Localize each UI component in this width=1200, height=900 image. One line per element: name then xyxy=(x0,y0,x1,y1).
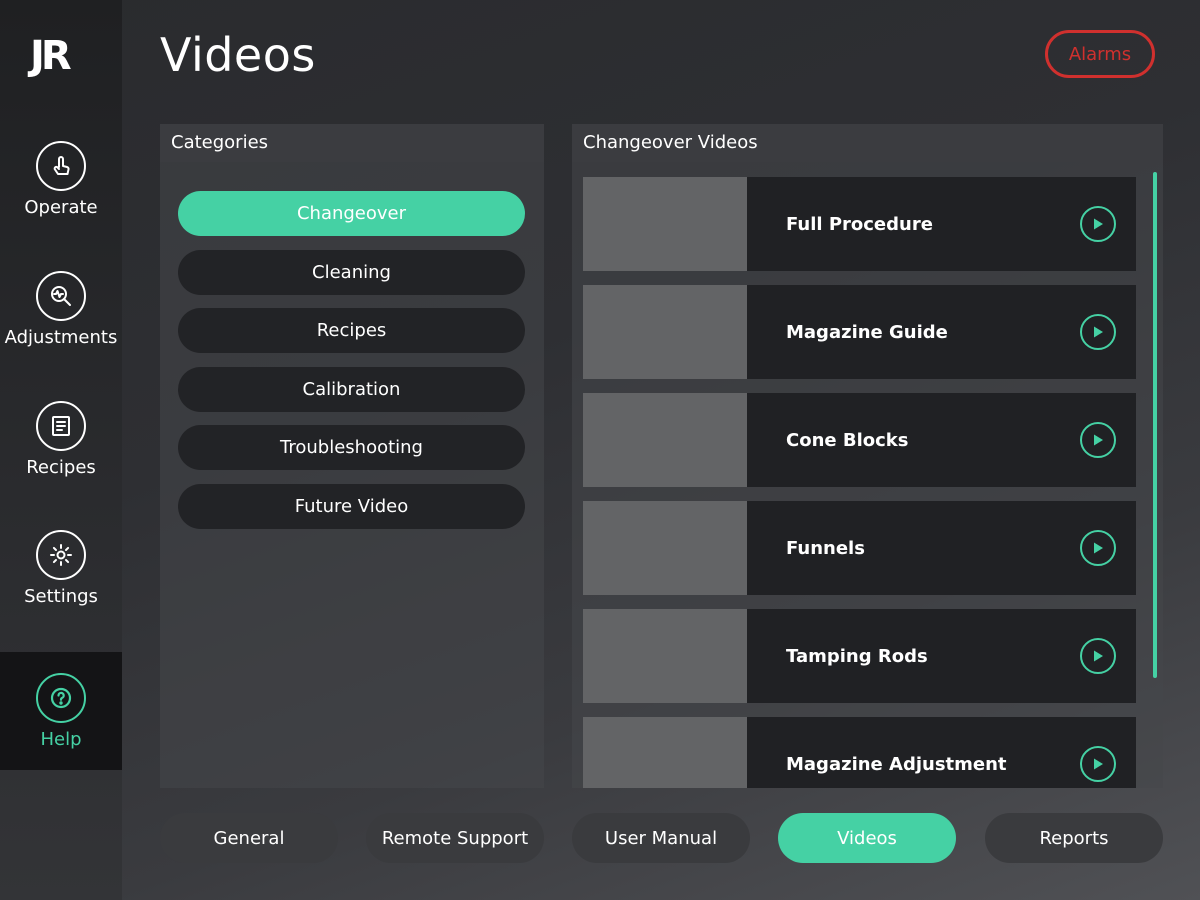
category-calibration[interactable]: Calibration xyxy=(178,366,525,412)
alarms-button[interactable]: Alarms xyxy=(1045,30,1155,78)
gear-icon xyxy=(36,529,86,580)
magnifier-pulse-icon xyxy=(36,270,86,321)
video-thumbnail xyxy=(583,501,747,595)
video-row[interactable]: Cone Blocks xyxy=(583,393,1136,487)
tab-videos[interactable]: Videos xyxy=(778,813,956,863)
category-troubleshooting[interactable]: Troubleshooting xyxy=(178,425,525,470)
tab-general[interactable]: General xyxy=(160,813,338,863)
sidebar-item-help[interactable]: Help xyxy=(0,652,122,770)
category-recipes[interactable]: Recipes xyxy=(178,308,525,353)
sidebar-item-label: Operate xyxy=(24,196,98,218)
video-thumbnail xyxy=(583,609,747,703)
sidebar-item-label: Recipes xyxy=(26,456,96,478)
video-row[interactable]: Magazine Adjustment xyxy=(583,717,1136,788)
video-row[interactable]: Magazine Guide xyxy=(583,285,1136,379)
sidebar: JR Operate Adjustments Recipes Settings … xyxy=(0,0,122,900)
tab-remote-support[interactable]: Remote Support xyxy=(366,813,544,863)
sidebar-item-operate[interactable]: Operate xyxy=(0,120,122,238)
video-title: Full Procedure xyxy=(786,213,933,235)
play-icon[interactable] xyxy=(1080,530,1116,566)
categories-header: Categories xyxy=(160,124,544,162)
sidebar-item-recipes[interactable]: Recipes xyxy=(0,380,122,498)
play-icon[interactable] xyxy=(1080,206,1116,242)
touch-icon xyxy=(36,140,86,191)
videos-panel: Changeover Videos Full Procedure Magazin… xyxy=(572,124,1163,788)
video-title: Funnels xyxy=(786,537,865,559)
play-icon[interactable] xyxy=(1080,422,1116,458)
video-thumbnail xyxy=(583,393,747,487)
play-icon[interactable] xyxy=(1080,746,1116,782)
categories-panel: Categories Changeover Cleaning Recipes C… xyxy=(160,124,544,788)
bottom-tabs: General Remote Support User Manual Video… xyxy=(160,813,1163,863)
sidebar-item-adjustments[interactable]: Adjustments xyxy=(0,250,122,368)
video-row[interactable]: Funnels xyxy=(583,501,1136,595)
tab-reports[interactable]: Reports xyxy=(985,813,1163,863)
sidebar-item-settings[interactable]: Settings xyxy=(0,509,122,627)
play-icon[interactable] xyxy=(1080,638,1116,674)
category-list: Changeover Cleaning Recipes Calibration … xyxy=(178,191,525,542)
video-title: Magazine Adjustment xyxy=(786,753,1007,775)
question-icon xyxy=(36,672,86,723)
video-title: Cone Blocks xyxy=(786,429,909,451)
tab-user-manual[interactable]: User Manual xyxy=(572,813,750,863)
jr-logo: JR xyxy=(30,33,72,79)
sidebar-item-label: Help xyxy=(40,728,82,750)
sidebar-item-label: Adjustments xyxy=(4,326,118,348)
video-title: Tamping Rods xyxy=(786,645,928,667)
play-icon[interactable] xyxy=(1080,314,1116,350)
video-title: Magazine Guide xyxy=(786,321,948,343)
video-row[interactable]: Full Procedure xyxy=(583,177,1136,271)
videos-header: Changeover Videos xyxy=(572,124,1163,162)
sidebar-item-label: Settings xyxy=(24,585,98,607)
video-thumbnail xyxy=(583,177,747,271)
category-changeover[interactable]: Changeover xyxy=(178,191,525,236)
page-title: Videos xyxy=(160,28,316,82)
video-list: Full Procedure Magazine Guide Cone Block… xyxy=(583,177,1136,788)
video-row[interactable]: Tamping Rods xyxy=(583,609,1136,703)
category-future-video[interactable]: Future Video xyxy=(178,483,525,529)
category-cleaning[interactable]: Cleaning xyxy=(178,249,525,295)
video-list-scrollbar[interactable] xyxy=(1153,172,1157,678)
video-thumbnail xyxy=(583,285,747,379)
video-thumbnail xyxy=(583,717,747,788)
document-list-icon xyxy=(36,400,86,451)
